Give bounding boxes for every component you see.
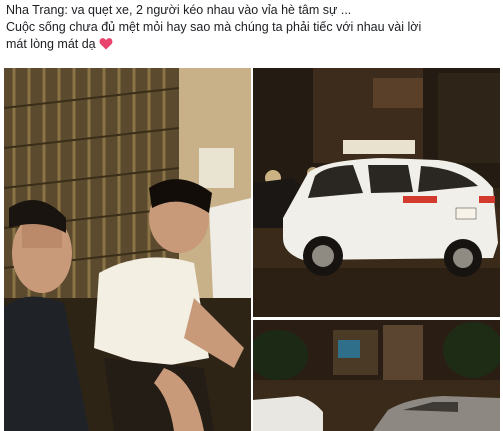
caption-line-3-wrap: mát lòng mát dạ xyxy=(6,36,501,53)
photo-white-suv[interactable] xyxy=(253,68,500,317)
caption-line-1: Nha Trang: va quẹt xe, 2 người kéo nhau … xyxy=(6,3,352,17)
post-caption: Nha Trang: va quẹt xe, 2 người kéo nhau … xyxy=(6,2,501,53)
photo-men-sitting[interactable] xyxy=(4,68,251,431)
caption-line-2: Cuộc sống chưa đủ mệt mỏi hay sao mà chú… xyxy=(6,20,422,34)
photo-street-cars[interactable] xyxy=(253,320,500,431)
caption-line-3: mát lòng mát dạ xyxy=(6,37,96,51)
heart-icon xyxy=(99,37,113,50)
